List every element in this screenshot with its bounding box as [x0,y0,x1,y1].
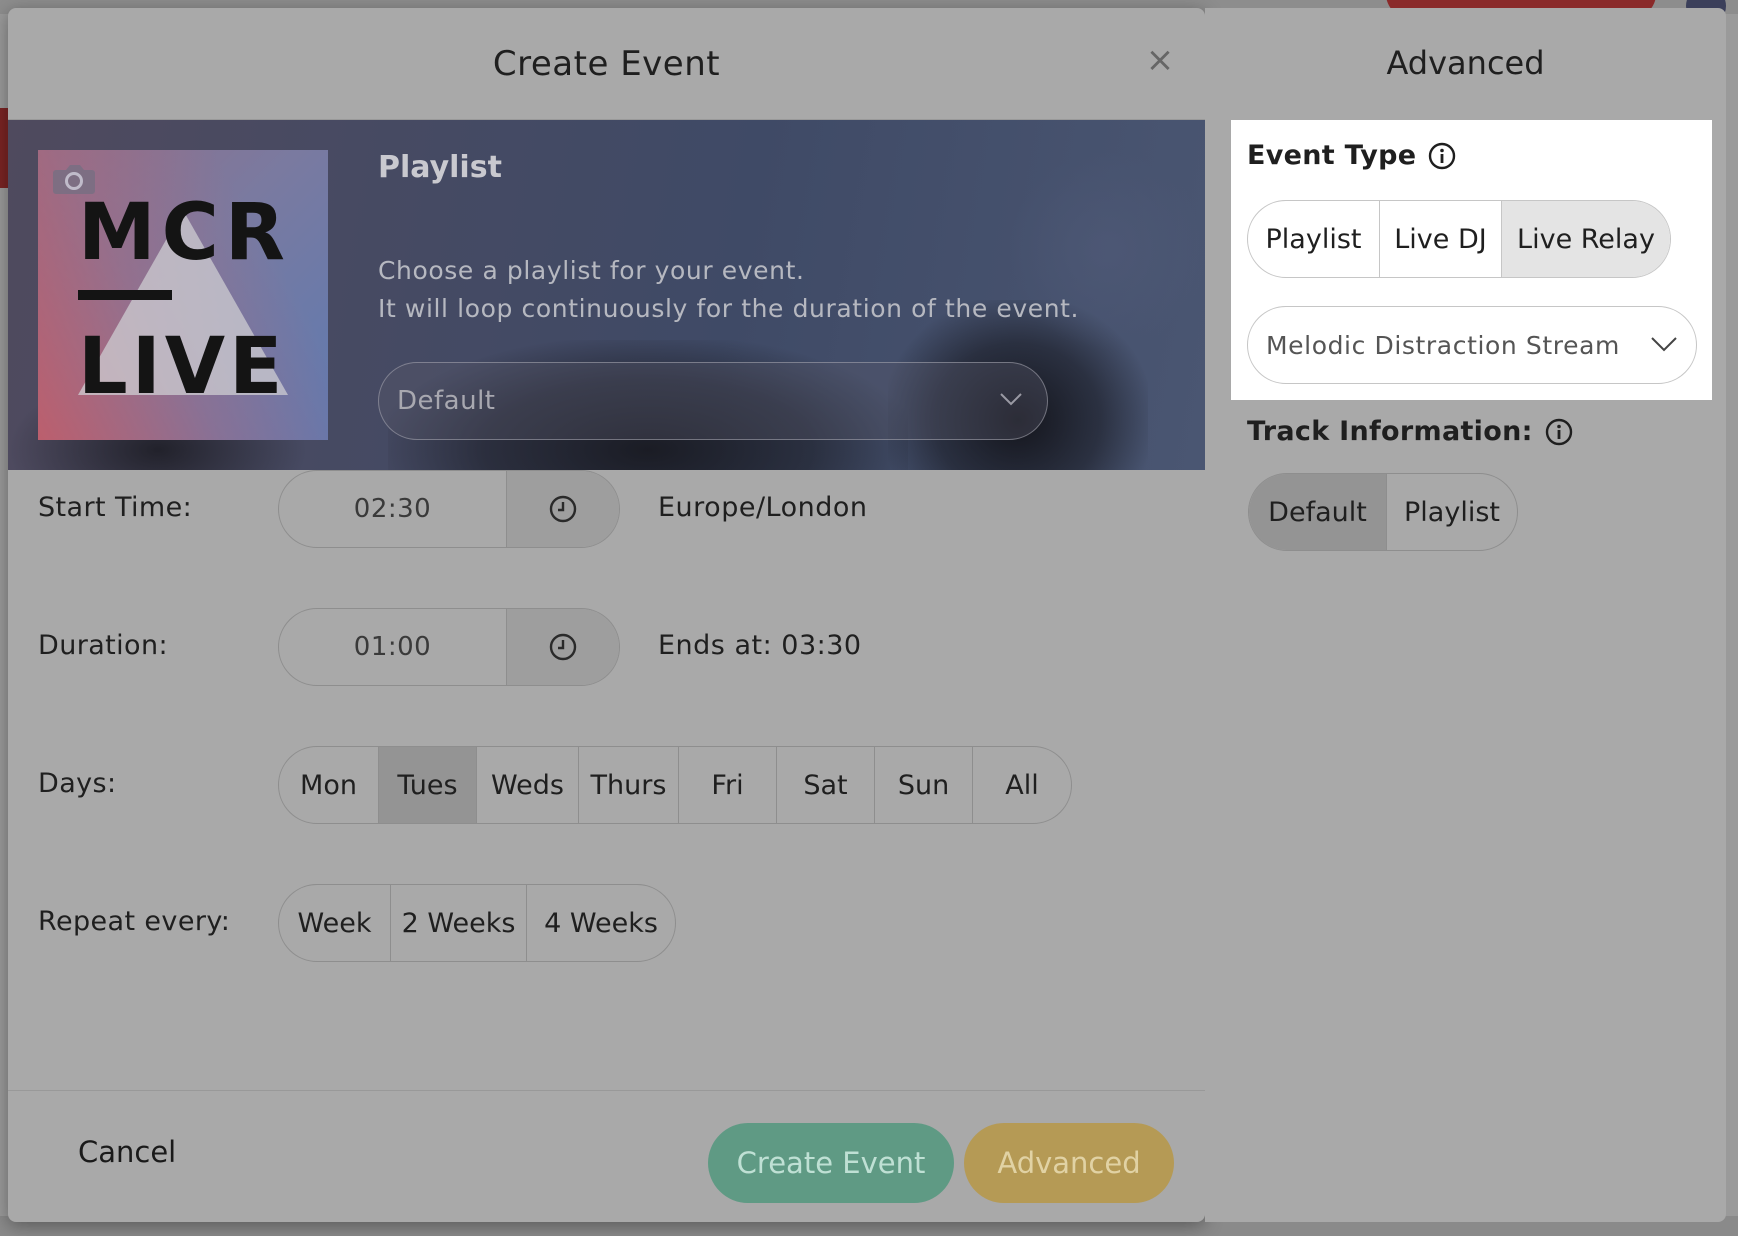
info-icon[interactable] [1428,142,1456,170]
repeat-week[interactable]: Week [279,885,391,961]
info-icon[interactable] [1545,418,1573,446]
create-event-modal: Create Event × MCR LIVE Playlist Choose … [8,8,1205,1222]
playlist-select-value: Default [397,386,496,416]
cover-logo-bottom: LIVE [78,322,287,412]
modal-footer: Cancel Create Event Advanced [8,1090,1205,1222]
modal-title: Create Event [492,43,721,84]
day-tues[interactable]: Tues [379,747,477,823]
repeat-selector: Week 2 Weeks 4 Weeks [278,884,676,962]
day-weds[interactable]: Weds [477,747,579,823]
track-info-default[interactable]: Default [1249,474,1387,550]
event-type-playlist[interactable]: Playlist [1248,201,1380,277]
chevron-down-icon [1651,337,1677,352]
days-selector: Mon Tues Weds Thurs Fri Sat Sun All [278,746,1072,824]
modal-header: Create Event × [8,8,1205,120]
track-info-playlist[interactable]: Playlist [1387,474,1517,550]
advanced-panel: Advanced Event Type Playlist Live DJ Liv… [1205,8,1726,1222]
duration-clock-button[interactable] [507,609,619,685]
days-label: Days: [38,768,117,799]
relay-stream-value: Melodic Distraction Stream [1266,330,1620,360]
start-time-label: Start Time: [38,492,193,523]
event-cover-image[interactable]: MCR LIVE [38,150,328,440]
day-sat[interactable]: Sat [777,747,875,823]
track-information-label: Track Information: [1247,416,1573,447]
day-mon[interactable]: Mon [279,747,379,823]
start-time-picker: 02:30 [278,470,620,548]
camera-icon[interactable] [52,162,96,196]
playlist-heading: Playlist [378,150,502,185]
start-time-input[interactable]: 02:30 [279,471,507,547]
event-type-label: Event Type [1247,140,1456,171]
repeat-4-weeks[interactable]: 4 Weeks [527,885,675,961]
advanced-title: Advanced [1386,44,1545,82]
timezone-label: Europe/London [658,492,868,523]
ends-at-label: Ends at: 03:30 [658,630,862,661]
duration-row: Duration: 01:00 Ends at: 03:30 [8,608,1205,688]
create-event-button[interactable]: Create Event [708,1123,954,1203]
cancel-button[interactable]: Cancel [78,1135,176,1169]
day-thurs[interactable]: Thurs [579,747,679,823]
duration-label: Duration: [38,630,168,661]
start-time-clock-button[interactable] [507,471,619,547]
start-time-row: Start Time: 02:30 Europe/London [8,470,1205,550]
repeat-row: Repeat every: Week 2 Weeks 4 Weeks [8,884,1205,964]
cover-logo-dash [78,290,172,300]
repeat-label: Repeat every: [38,906,231,937]
event-type-selector: Playlist Live DJ Live Relay [1247,200,1671,278]
event-type-section: Event Type Playlist Live DJ Live Relay M… [1231,120,1712,400]
chevron-down-icon [1000,393,1022,406]
clock-icon [549,495,577,523]
event-type-live-relay[interactable]: Live Relay [1502,201,1670,277]
day-fri[interactable]: Fri [679,747,777,823]
advanced-button[interactable]: Advanced [964,1123,1174,1203]
cover-logo-top: MCR [78,188,291,278]
repeat-2-weeks[interactable]: 2 Weeks [391,885,527,961]
day-sun[interactable]: Sun [875,747,973,823]
playlist-select[interactable]: Default [378,362,1048,440]
days-row: Days: Mon Tues Weds Thurs Fri Sat Sun Al… [8,746,1205,826]
day-all[interactable]: All [973,747,1071,823]
playlist-description: Choose a playlist for your event. It wil… [378,256,1080,323]
playlist-panel: MCR LIVE Playlist Choose a playlist for … [8,120,1205,470]
duration-input[interactable]: 01:00 [279,609,507,685]
close-icon: × [1145,40,1175,80]
track-information-selector: Default Playlist [1248,473,1518,551]
relay-stream-select[interactable]: Melodic Distraction Stream [1247,306,1697,384]
clock-icon [549,633,577,661]
duration-picker: 01:00 [278,608,620,686]
event-type-live-dj[interactable]: Live DJ [1380,201,1502,277]
close-button[interactable]: × [1145,43,1175,77]
